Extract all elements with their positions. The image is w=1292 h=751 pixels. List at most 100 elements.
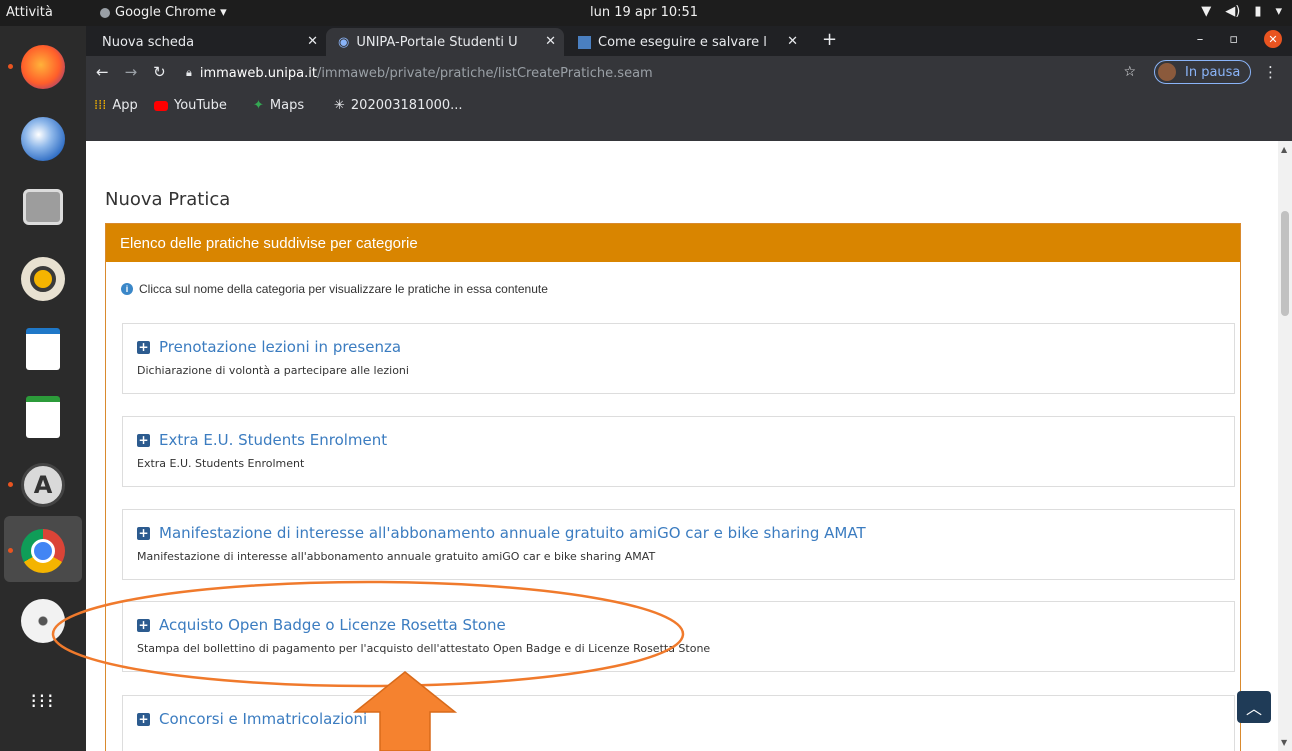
category-link[interactable]: + Acquisto Open Badge o Licenze Rosetta … <box>137 616 506 634</box>
close-icon[interactable]: ✕ <box>307 34 318 49</box>
url-path: /immaweb/private/pratiche/listCreatePrat… <box>316 65 653 81</box>
category-card: + Extra E.U. Students Enrolment Extra E.… <box>122 416 1235 487</box>
category-description: Stampa del bollettino di pagamento per l… <box>137 642 711 655</box>
reload-icon[interactable]: ↻ <box>153 63 166 81</box>
bookmark-youtube[interactable]: YouTube <box>154 98 227 113</box>
expand-plus-icon[interactable]: + <box>137 433 150 447</box>
bookmark-star-icon[interactable]: ☆ <box>1123 64 1136 80</box>
category-title[interactable]: Manifestazione di interesse all'abboname… <box>159 524 866 542</box>
bookmark-label: App <box>112 98 138 113</box>
page-scrollbar[interactable]: ▲ ▼ <box>1278 141 1292 751</box>
nav-buttons: ← → ↻ <box>96 63 166 81</box>
bookmark-202003181000[interactable]: ✳ 202003181000... <box>334 98 463 113</box>
browser-toolbar: ← → ↻ 🔒︎ immaweb.unipa.it /immaweb/priva… <box>86 56 1292 90</box>
dock-calc[interactable] <box>18 392 68 442</box>
youtube-icon <box>154 100 168 111</box>
menu-icon[interactable]: ⋮ <box>1263 63 1278 81</box>
chrome-icon <box>21 529 65 573</box>
bookmark-label: YouTube <box>174 98 227 113</box>
new-tab-icon[interactable]: + <box>822 29 837 50</box>
info-text: Clicca sul nome della categoria per visu… <box>139 282 548 296</box>
tab-strip: Nuova scheda ✕ ◉ UNIPA-Portale Studenti … <box>86 26 1292 56</box>
page-content: Nuova Pratica Elenco delle pratiche sudd… <box>86 141 1278 751</box>
calc-icon <box>26 396 60 438</box>
chevron-up-icon: ︿ <box>1245 699 1262 718</box>
dock-writer[interactable] <box>18 324 68 374</box>
wifi-icon: ▼ <box>1201 4 1212 19</box>
tab-unipa[interactable]: ◉ UNIPA-Portale Studenti U ✕ <box>326 28 564 56</box>
battery-icon: ▮ <box>1254 4 1262 19</box>
app-menu-label: Google Chrome ▾ <box>115 5 227 20</box>
thunderbird-icon <box>21 117 65 161</box>
back-to-top-button[interactable]: ︿ <box>1237 691 1271 723</box>
category-description: Dichiarazione di volontà a partecipare a… <box>137 364 409 377</box>
running-indicator <box>8 548 13 553</box>
dock-firefox[interactable] <box>8 42 68 92</box>
category-title[interactable]: Extra E.U. Students Enrolment <box>159 431 387 449</box>
maximize-icon[interactable]: ▫ <box>1229 32 1238 47</box>
dock-chrome[interactable] <box>8 526 68 576</box>
category-card: + Prenotazione lezioni in presenza Dichi… <box>122 323 1235 394</box>
close-window-icon[interactable]: ✕ <box>1264 30 1282 48</box>
category-title[interactable]: Acquisto Open Badge o Licenze Rosetta St… <box>159 616 506 634</box>
category-description: Manifestazione di interesse all'abboname… <box>137 550 656 563</box>
app-menu[interactable]: Google Chrome ▾ <box>100 5 227 20</box>
profile-status-label: In pausa <box>1185 64 1241 80</box>
bookmark-label: 202003181000... <box>350 98 463 113</box>
bookmarks-bar: ⁞⁞⁞ App YouTube ✦ Maps ✳ 202003181000... <box>86 90 1292 141</box>
category-card: + Concorsi e Immatricolazioni <box>122 695 1235 751</box>
category-link[interactable]: + Manifestazione di interesse all'abbona… <box>137 524 866 542</box>
firefox-icon <box>21 45 65 89</box>
tab-nuova-scheda[interactable]: Nuova scheda ✕ <box>90 28 326 56</box>
clock[interactable]: lun 19 apr 10:51 <box>590 5 698 20</box>
window-controls: – ▫ ✕ <box>1197 30 1282 48</box>
scroll-up-icon[interactable]: ▲ <box>1281 145 1287 154</box>
scrollbar-thumb[interactable] <box>1281 211 1289 316</box>
profile-button[interactable]: In pausa <box>1154 60 1252 84</box>
dock-dvd[interactable] <box>18 596 68 646</box>
writer-icon <box>26 328 60 370</box>
category-description: Extra E.U. Students Enrolment <box>137 457 305 470</box>
close-icon[interactable]: ✕ <box>787 34 798 49</box>
app-grid-icon: ⁝⁝⁝ <box>30 689 56 713</box>
back-icon[interactable]: ← <box>96 63 109 81</box>
category-link[interactable]: + Prenotazione lezioni in presenza <box>137 338 401 356</box>
bookmark-maps[interactable]: ✦ Maps <box>253 98 304 113</box>
page-favicon-icon <box>578 35 591 49</box>
forward-icon[interactable]: → <box>125 63 138 81</box>
bookmark-app[interactable]: ⁞⁞⁞ App <box>94 98 138 113</box>
globe-icon: ◉ <box>338 34 350 50</box>
lock-icon: 🔒︎ <box>186 66 192 79</box>
expand-plus-icon[interactable]: + <box>137 340 150 354</box>
dock-app-grid[interactable]: ⁝⁝⁝ <box>18 676 68 726</box>
expand-plus-icon[interactable]: + <box>137 526 150 540</box>
category-card: + Manifestazione di interesse all'abbona… <box>122 509 1235 580</box>
volume-icon: ◀) <box>1225 4 1241 19</box>
close-icon[interactable]: ✕ <box>545 34 556 49</box>
files-icon <box>23 189 63 225</box>
expand-plus-icon[interactable]: + <box>137 712 150 726</box>
category-title[interactable]: Concorsi e Immatricolazioni <box>159 710 367 728</box>
minimize-icon[interactable]: – <box>1197 32 1204 47</box>
system-top-bar: Attività Google Chrome ▾ lun 19 apr 10:5… <box>0 0 1292 26</box>
system-tray[interactable]: ▼ ◀) ▮ ▾ <box>1201 4 1282 19</box>
address-bar[interactable]: 🔒︎ immaweb.unipa.it /immaweb/private/pra… <box>186 60 1176 86</box>
dvd-icon <box>21 599 65 643</box>
categories-panel: Elenco delle pratiche suddivise per cate… <box>105 223 1241 751</box>
info-icon: i <box>121 283 133 295</box>
expand-plus-icon[interactable]: + <box>137 618 150 632</box>
dock-software[interactable]: A <box>8 460 68 510</box>
dock-rhythmbox[interactable] <box>18 254 68 304</box>
category-link[interactable]: + Extra E.U. Students Enrolment <box>137 431 387 449</box>
category-title[interactable]: Prenotazione lezioni in presenza <box>159 338 401 356</box>
category-link[interactable]: + Concorsi e Immatricolazioni <box>137 710 367 728</box>
dock-thunderbird[interactable] <box>18 114 68 164</box>
tab-come-eseguire[interactable]: Come eseguire e salvare l ✕ <box>566 28 806 56</box>
dock-files[interactable] <box>18 182 68 232</box>
scroll-down-icon[interactable]: ▼ <box>1281 738 1287 747</box>
browser-window: Nuova scheda ✕ ◉ UNIPA-Portale Studenti … <box>86 26 1292 141</box>
apps-grid-icon: ⁞⁞⁞ <box>94 98 107 113</box>
bookmark-label: Maps <box>269 98 305 113</box>
category-card: + Acquisto Open Badge o Licenze Rosetta … <box>122 601 1235 672</box>
activities-button[interactable]: Attività <box>6 5 53 20</box>
